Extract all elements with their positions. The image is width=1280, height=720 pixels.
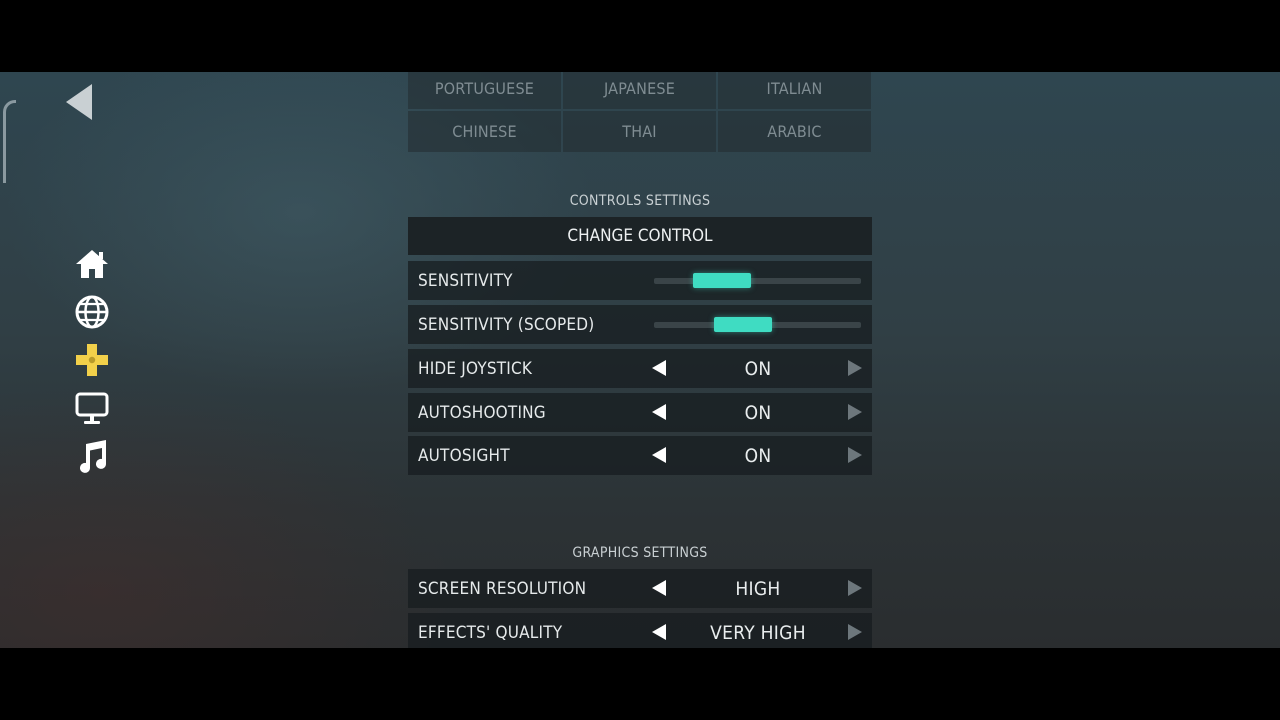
autoshooting-next-arrow-icon[interactable] xyxy=(848,404,862,420)
autoshooting-label: AUTOSHOOTING xyxy=(418,402,546,423)
change-control-button[interactable]: CHANGE CONTROL xyxy=(408,217,872,255)
language-option-chinese[interactable]: CHINESE xyxy=(408,111,561,152)
nav-language[interactable] xyxy=(72,294,112,342)
sensitivity-scoped-slider[interactable] xyxy=(654,317,861,332)
autosight-label: AUTOSIGHT xyxy=(418,445,510,466)
sensitivity-scoped-row: SENSITIVITY (SCOPED) xyxy=(408,305,872,344)
screen-resolution-row: SCREEN RESOLUTION HIGH xyxy=(408,569,872,608)
nav-graphics[interactable] xyxy=(72,390,112,438)
back-button[interactable] xyxy=(64,82,96,122)
monitor-icon xyxy=(75,392,109,424)
sensitivity-slider-thumb[interactable] xyxy=(693,273,751,288)
sensitivity-scoped-label: SENSITIVITY (SCOPED) xyxy=(418,314,595,335)
hide-joystick-row: HIDE JOYSTICK ON xyxy=(408,349,872,388)
language-grid: PORTUGUESE JAPANESE ITALIAN CHINESE THAI… xyxy=(408,72,872,154)
sensitivity-row: SENSITIVITY xyxy=(408,261,872,300)
globe-icon xyxy=(75,295,109,329)
autoshooting-prev-arrow-icon[interactable] xyxy=(652,404,666,420)
gamepad-icon xyxy=(76,344,108,376)
screen-resolution-next-arrow-icon[interactable] xyxy=(848,580,862,596)
nav-controls[interactable] xyxy=(72,342,112,390)
side-nav xyxy=(72,246,112,486)
language-option-italian[interactable]: ITALIAN xyxy=(718,72,871,109)
home-icon xyxy=(76,250,108,278)
language-option-thai[interactable]: THAI xyxy=(563,111,716,152)
music-icon xyxy=(80,440,106,473)
screen-resolution-prev-arrow-icon[interactable] xyxy=(652,580,666,596)
back-arrow-icon xyxy=(66,84,92,120)
hide-joystick-label: HIDE JOYSTICK xyxy=(418,358,533,379)
screen-resolution-value: HIGH xyxy=(735,577,781,600)
nav-home[interactable] xyxy=(72,246,112,294)
autosight-prev-arrow-icon[interactable] xyxy=(652,447,666,463)
hide-joystick-next-arrow-icon[interactable] xyxy=(848,360,862,376)
nav-audio[interactable] xyxy=(72,438,112,486)
autoshooting-value: ON xyxy=(744,401,772,424)
language-row: CHINESE THAI ARABIC xyxy=(408,111,872,152)
effects-quality-next-arrow-icon[interactable] xyxy=(848,624,862,640)
effects-quality-value: VERY HIGH xyxy=(710,621,806,644)
autosight-next-arrow-icon[interactable] xyxy=(848,447,862,463)
effects-quality-row: EFFECTS' QUALITY VERY HIGH xyxy=(408,613,872,648)
game-viewport: PORTUGUESE JAPANESE ITALIAN CHINESE THAI… xyxy=(0,72,1280,648)
sensitivity-slider[interactable] xyxy=(654,273,861,288)
effects-quality-label: EFFECTS' QUALITY xyxy=(418,622,563,643)
edge-bracket xyxy=(3,100,16,183)
language-option-japanese[interactable]: JAPANESE xyxy=(563,72,716,109)
language-option-arabic[interactable]: ARABIC xyxy=(718,111,871,152)
sensitivity-label: SENSITIVITY xyxy=(418,270,513,291)
language-option-portuguese[interactable]: PORTUGUESE xyxy=(408,72,561,109)
hide-joystick-value: ON xyxy=(744,357,772,380)
screen-resolution-label: SCREEN RESOLUTION xyxy=(418,578,587,599)
sensitivity-scoped-slider-thumb[interactable] xyxy=(714,317,772,332)
effects-quality-prev-arrow-icon[interactable] xyxy=(652,624,666,640)
graphics-settings-title: GRAPHICS SETTINGS xyxy=(572,545,708,561)
autosight-row: AUTOSIGHT ON xyxy=(408,436,872,475)
controls-settings-title: CONTROLS SETTINGS xyxy=(569,193,711,209)
autoshooting-row: AUTOSHOOTING ON xyxy=(408,393,872,432)
autosight-value: ON xyxy=(744,444,772,467)
language-row: PORTUGUESE JAPANESE ITALIAN xyxy=(408,72,872,109)
hide-joystick-prev-arrow-icon[interactable] xyxy=(652,360,666,376)
